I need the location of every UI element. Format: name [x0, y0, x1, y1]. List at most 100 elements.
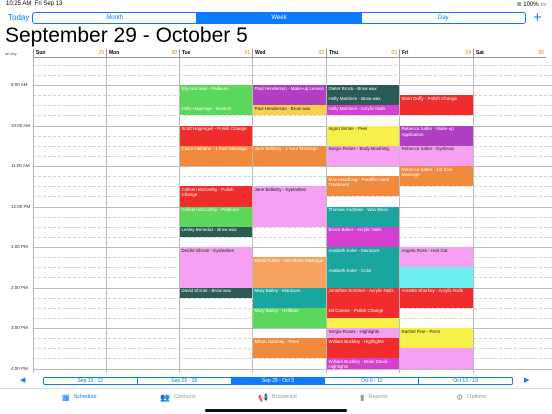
hour-line [33, 125, 552, 127]
appointment-block[interactable]: Scott Hagengeil - Polish Change [180, 125, 252, 146]
appointment-block[interactable] [253, 277, 326, 288]
appointment-block[interactable] [400, 348, 473, 369]
appointment-block[interactable]: Deidre Shrute - Eyelashes [180, 247, 252, 288]
day-header-mon[interactable]: Mon 30 [106, 49, 179, 58]
appointment-block[interactable]: Annette Sharkey - Acrylic Nails [400, 287, 473, 308]
appointment-block[interactable]: William Buckley - Highlights [327, 338, 399, 359]
appointment-block[interactable]: Sean Duffy - Polish Change [400, 95, 473, 116]
day-name: Sun [36, 50, 46, 56]
segment-week[interactable]: Week [196, 13, 361, 23]
day-header-sun[interactable]: Sun 29 [33, 49, 106, 58]
day-header-sat[interactable]: Sat 05 [473, 49, 546, 58]
appointment-block[interactable]: Ed Connor - Polish Change [327, 307, 399, 318]
tab-broadcast[interactable]: 📢 Broadcast [258, 393, 297, 402]
chart-icon: ▮ [360, 393, 365, 402]
appointment-block[interactable]: Max Headlong - Paraffin Hand Treatment [327, 176, 399, 197]
day-header-thu[interactable]: Thu 03 [326, 49, 399, 58]
appointment-block[interactable]: David Shrute - Brow wax [180, 287, 252, 298]
appointment-block[interactable] [327, 317, 399, 328]
day-number: 29 [98, 50, 104, 56]
quarter-line [33, 358, 552, 360]
appointment-block[interactable]: Anabeth Koler - Color [327, 267, 399, 288]
appointment-block[interactable]: Holly Martines - Brow wax [327, 95, 399, 106]
appointment-block[interactable]: Jane Bellamy - 1 hour Massage [253, 145, 326, 166]
segment-month[interactable]: Month [33, 13, 196, 23]
appointment-block[interactable]: Rebecca Salter - 1/2 hour Massage [400, 166, 473, 187]
week-tab[interactable]: Sep 29 - Oct 5 [230, 378, 325, 384]
time-label: 2:00 PM [11, 284, 28, 290]
week-grid: all day Sun 29 Mon 30 Tue 01 Wed 02 Thu 03 Fri 04 Sa… [0, 49, 552, 373]
appointment-block[interactable]: David Purkis - Hot Stone Massage [253, 257, 326, 278]
appointment-block[interactable]: Paul Henderson - Brow wax [253, 105, 326, 116]
tab-schedule[interactable]: ▦ Schedule [62, 393, 97, 402]
appointment-block[interactable]: Colleen McCarthy - Polish Change [180, 186, 252, 207]
appointment-block[interactable]: Rebecca Salter - Eyebrow [400, 145, 473, 166]
day-name: Thu [329, 50, 339, 56]
day-header-fri[interactable]: Fri 04 [399, 49, 473, 58]
day-name: Tue [182, 50, 191, 56]
quarter-line [33, 176, 552, 178]
appointment-block[interactable] [400, 267, 473, 288]
appointment-block[interactable]: Holly Hagenige - Brow D. [180, 105, 252, 116]
appointment-block[interactable]: Rebecca Salter - Make-up Application [400, 125, 473, 146]
tab-options[interactable]: ⚙ Options [456, 393, 487, 402]
status-time: 10:25 AM Fri Sep 13 [6, 1, 63, 7]
appointment-block[interactable]: Jonathan Sommer - Acrylic Nails [327, 287, 399, 308]
add-appointment-button[interactable]: + [533, 9, 542, 26]
appointment-block[interactable]: Bruce Baker - Acrylic Nails [327, 226, 399, 247]
appointment-block[interactable]: Thomas Andrews - Wax Bikini [327, 206, 399, 227]
appointment-block[interactable]: Ingrid Winter - Peel [327, 125, 399, 146]
segment-day[interactable]: Day [360, 13, 525, 23]
today-button[interactable]: Today [8, 13, 29, 22]
appointment-block[interactable]: Angela Ross - Hair Cut [400, 247, 473, 268]
view-segmented-control: Month Week Day [32, 12, 526, 24]
tab-contacts[interactable]: 👥 Contacts [160, 393, 196, 402]
day-header-wed[interactable]: Wed 02 [252, 49, 326, 58]
quarter-line [33, 236, 552, 238]
appointment-block[interactable]: Sergio Roses - Highlights [327, 328, 399, 339]
time-label: 11:00 AM [11, 163, 30, 168]
quarter-line [33, 64, 552, 66]
tab-label: Reports [368, 393, 388, 400]
appointment-block[interactable]: Mary Bailey - Manicure [253, 287, 326, 308]
status-battery: ≋ 100% ▭ [516, 2, 546, 8]
week-tab[interactable]: Sep 15 - 21 [44, 378, 137, 384]
appointment-block[interactable]: Milton Harshey - Perm [253, 338, 326, 359]
week-tab[interactable]: Oct 6 - 12 [324, 378, 418, 384]
week-tab[interactable]: Oct 13 - 19 [418, 378, 512, 384]
appointment-block[interactable]: Holly Martines - Acrylic Nails [327, 105, 399, 116]
time-label: 4:00 PM [11, 365, 28, 371]
appointment-block[interactable]: Dieter Brock - Brow wax [327, 85, 399, 96]
day-number: 30 [171, 50, 177, 56]
tab-label: Options [467, 393, 487, 400]
day-number: 04 [465, 50, 471, 56]
appointment-block[interactable]: Sergio Roses - Body Brushing [327, 145, 399, 166]
day-number: 02 [318, 50, 324, 56]
day-header-tue[interactable]: Tue 01 [179, 49, 252, 58]
appointment-block[interactable]: Claire Haldane - 1 hour Massage [180, 145, 252, 166]
prev-week-icon[interactable]: ◀ [20, 376, 25, 384]
appointment-block[interactable]: Lesley Benedict - Brow wax [180, 226, 252, 237]
hour-line [33, 247, 552, 248]
tab-reports[interactable]: ▮ Reports [360, 393, 388, 402]
quarter-line [33, 115, 552, 117]
megaphone-icon: 📢 [258, 393, 268, 402]
tab-label: Schedule [73, 393, 97, 400]
appointment-block[interactable]: Mary Bailey - Hellbare [253, 307, 326, 328]
appointment-block[interactable]: Anabeth Koler - Manicure [327, 247, 399, 268]
day-number: 01 [244, 50, 250, 56]
appointment-block[interactable]: Jane Bellamy - Eyelashes [253, 186, 326, 227]
contacts-icon: 👥 [160, 393, 170, 402]
appointment-block[interactable]: Colleen McCarthy - Pedicure [180, 206, 252, 227]
appointment-block[interactable]: William Buckley - Brian David - Highligh… [327, 358, 399, 369]
home-indicator [205, 409, 347, 412]
next-week-icon[interactable]: ▶ [524, 376, 529, 384]
week-tab[interactable]: Sep 22 - 28 [136, 378, 231, 384]
battery-icon: ▭ [540, 2, 546, 8]
appointment-block[interactable]: Paul Henderson - Make-up Lesson [253, 85, 326, 106]
appointment-block[interactable]: Rachel Fine - Perm [400, 328, 473, 349]
time-label: 10:00 AM [11, 122, 31, 128]
appointment-block[interactable]: Elly Harrison - Pedicure [180, 85, 252, 106]
tab-label: Contacts [173, 393, 196, 400]
quarter-line [33, 74, 552, 76]
